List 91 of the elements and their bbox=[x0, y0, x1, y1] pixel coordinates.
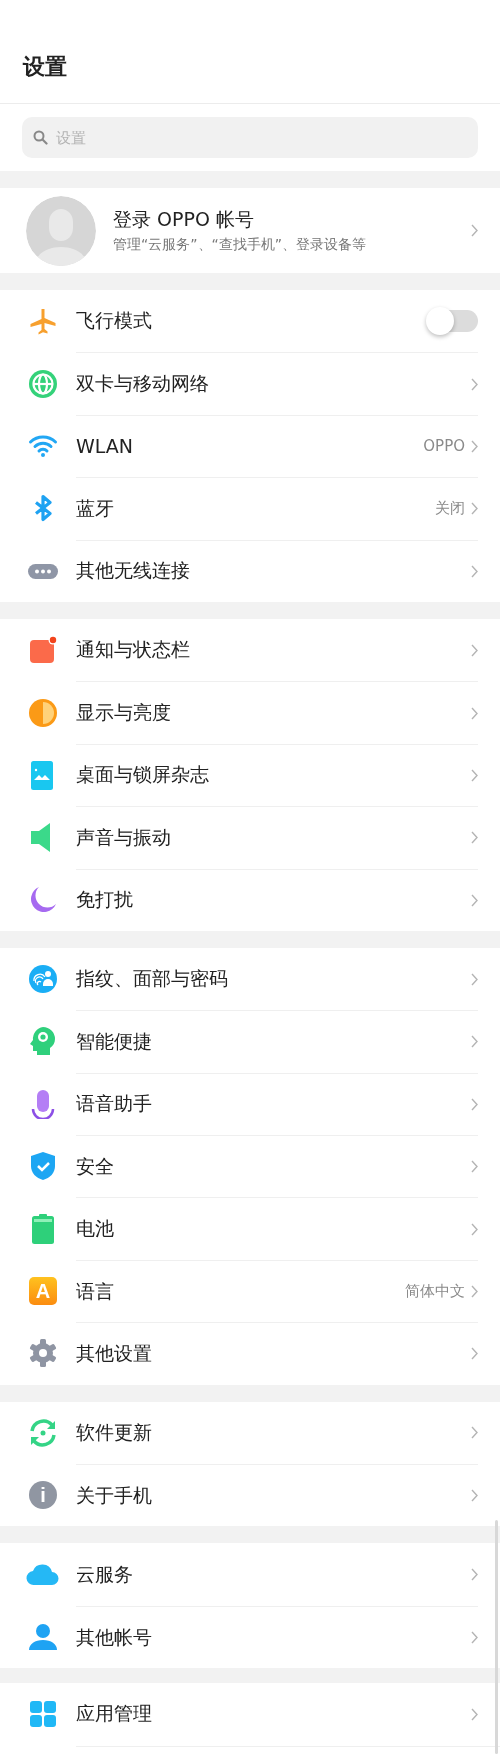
shield-icon bbox=[28, 1151, 58, 1182]
chevron-icon bbox=[471, 439, 478, 453]
settings-item[interactable]: WLAN OPPO bbox=[0, 414, 500, 478]
toggle-switch[interactable] bbox=[428, 310, 478, 333]
info-icon: i bbox=[29, 1481, 57, 1510]
item-value: 简体中文 bbox=[405, 1282, 465, 1302]
item-label: 飞行模式 bbox=[76, 308, 153, 334]
chevron-icon bbox=[471, 706, 478, 720]
settings-item[interactable]: A 语言 简体中文 bbox=[0, 1259, 500, 1323]
settings-item[interactable]: 其他无线连接 bbox=[0, 539, 500, 602]
sync-icon bbox=[28, 1417, 58, 1448]
settings-item[interactable]: 蓝牙 关闭 bbox=[0, 477, 500, 540]
chevron-icon bbox=[471, 502, 478, 516]
item-label: 桌面与锁屏杂志 bbox=[76, 762, 210, 788]
brightness-icon bbox=[28, 697, 58, 728]
chevron-icon bbox=[471, 831, 478, 845]
settings-item[interactable]: 应用管理 bbox=[0, 1683, 500, 1746]
item-label: 智能便捷 bbox=[76, 1029, 153, 1054]
chevron-icon bbox=[471, 1347, 478, 1361]
item-label: 安全 bbox=[76, 1153, 115, 1179]
item-label: 语音助手 bbox=[76, 1091, 153, 1117]
airplane-icon bbox=[28, 306, 58, 337]
settings-item[interactable]: 飞行模式 bbox=[0, 290, 500, 353]
chevron-icon bbox=[471, 1222, 478, 1236]
settings-item[interactable]: 显示与亮度 bbox=[0, 681, 500, 744]
settings-item[interactable]: 云服务 bbox=[0, 1543, 500, 1606]
item-label: 指纹、面部与密码 bbox=[76, 966, 229, 992]
chevron-icon bbox=[471, 1631, 478, 1644]
settings-item[interactable]: 双卡与移动网络 bbox=[0, 352, 500, 415]
search-icon bbox=[33, 130, 48, 145]
chevron-icon bbox=[471, 1035, 478, 1049]
apps-icon bbox=[28, 1699, 58, 1730]
item-label: 其他无线连接 bbox=[76, 558, 191, 584]
person-icon bbox=[28, 1622, 58, 1652]
settings-item[interactable]: 通知与状态栏 bbox=[0, 618, 500, 682]
item-label: 应用管理 bbox=[76, 1701, 153, 1727]
chevron-icon bbox=[471, 564, 478, 578]
settings-item[interactable]: 指纹、面部与密码 bbox=[0, 947, 500, 1011]
item-label: 关于手机 bbox=[76, 1482, 153, 1508]
language-icon: A bbox=[29, 1277, 57, 1306]
avatar-icon bbox=[26, 195, 96, 266]
item-label: 电池 bbox=[76, 1216, 115, 1242]
settings-item[interactable]: 软件更新 bbox=[0, 1401, 500, 1465]
item-label: 显示与亮度 bbox=[76, 700, 172, 726]
account-subtitle: 管理“云服务”、“查找手机”、登录设备等 bbox=[113, 236, 367, 254]
chevron-icon bbox=[471, 1489, 478, 1503]
fingerprint-icon bbox=[28, 964, 58, 995]
settings-item[interactable]: 其他帐号 bbox=[0, 1605, 500, 1669]
chevron-icon bbox=[471, 1426, 478, 1440]
item-label: 其他设置 bbox=[76, 1340, 153, 1366]
settings-item[interactable]: 智能便捷 bbox=[0, 1010, 500, 1073]
page-title: 设置 bbox=[21, 53, 67, 81]
head-gear-icon bbox=[28, 1026, 58, 1057]
settings-item[interactable]: 电池 bbox=[0, 1197, 500, 1260]
chevron-icon bbox=[471, 377, 478, 391]
settings-item[interactable]: 安全 bbox=[0, 1135, 500, 1198]
chevron-icon bbox=[471, 1285, 478, 1299]
item-label: 软件更新 bbox=[76, 1419, 153, 1445]
settings-item[interactable]: 其他设置 bbox=[0, 1322, 500, 1385]
chevron-icon bbox=[471, 768, 478, 782]
chevron-icon bbox=[471, 224, 478, 237]
item-label: 其他帐号 bbox=[76, 1624, 153, 1650]
globe-icon bbox=[28, 368, 58, 399]
item-label: 语言 bbox=[76, 1278, 115, 1304]
chevron-icon bbox=[471, 643, 478, 657]
chevron-icon bbox=[471, 972, 478, 986]
item-label: 通知与状态栏 bbox=[76, 637, 191, 663]
settings-item[interactable]: 桌面与锁屏杂志 bbox=[0, 743, 500, 807]
item-value: 关闭 bbox=[435, 499, 465, 519]
item-label: 云服务 bbox=[76, 1561, 134, 1587]
item-label: 声音与振动 bbox=[76, 824, 172, 850]
chevron-icon bbox=[471, 1568, 478, 1582]
chevron-icon bbox=[471, 893, 478, 907]
item-label: 双卡与移动网络 bbox=[76, 371, 210, 397]
settings-item[interactable]: 语音助手 bbox=[0, 1072, 500, 1136]
settings-item[interactable]: i 关于手机 bbox=[0, 1464, 500, 1527]
chevron-icon bbox=[471, 1097, 478, 1111]
gear-icon bbox=[28, 1338, 58, 1369]
chevron-icon bbox=[471, 1707, 478, 1721]
item-label: 免打扰 bbox=[76, 887, 134, 913]
settings-item[interactable]: 免打扰 bbox=[0, 868, 500, 931]
chevron-icon bbox=[471, 1160, 478, 1174]
item-value: OPPO bbox=[423, 437, 465, 456]
item-label: 蓝牙 bbox=[76, 495, 115, 521]
moon-icon bbox=[28, 884, 58, 915]
item-label: WLAN bbox=[76, 435, 135, 458]
account-title: 登录 OPPO 帐号 bbox=[113, 207, 255, 232]
settings-item[interactable]: 声音与振动 bbox=[0, 806, 500, 869]
notification-icon bbox=[28, 635, 58, 666]
account-row[interactable]: 登录 OPPO 帐号 管理“云服务”、“查找手机”、登录设备等 bbox=[0, 188, 500, 273]
search-field[interactable]: 设置 bbox=[22, 117, 478, 158]
